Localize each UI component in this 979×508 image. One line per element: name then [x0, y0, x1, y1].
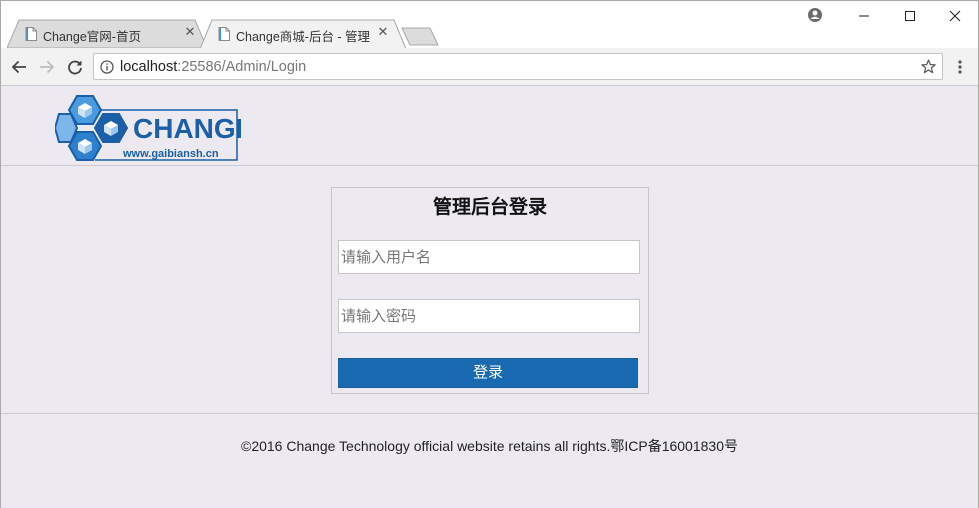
- maximize-icon[interactable]: [887, 1, 933, 31]
- logo-wordmark: CHANGE: [133, 113, 241, 144]
- login-button[interactable]: 登录: [338, 358, 638, 388]
- tab-home[interactable]: Change官网-首页 ✕: [7, 19, 207, 48]
- url-path: :25586/Admin/Login: [177, 59, 307, 75]
- page-icon: [218, 27, 230, 41]
- page-viewport: CHANGE www.gaibiansh.cn 管理后台登录 登录 ©2016 …: [1, 86, 978, 508]
- reload-icon[interactable]: [64, 56, 86, 78]
- tab-admin-login[interactable]: Change商城-后台 - 管理 ✕: [200, 19, 408, 49]
- url-text: localhost:25586/Admin/Login: [120, 59, 306, 75]
- kebab-menu-icon[interactable]: [952, 58, 968, 76]
- browser-toolbar: localhost:25586/Admin/Login: [1, 48, 978, 86]
- browser-window: Change官网-首页 ✕ Change商城-后台 - 管理 ✕ localho…: [0, 0, 979, 508]
- footer-copyright: ©2016 Change Technology official website…: [241, 438, 738, 454]
- password-input[interactable]: [338, 299, 640, 333]
- footer-divider: [1, 413, 978, 414]
- url-host: localhost: [120, 59, 178, 75]
- forward-arrow-icon[interactable]: [36, 56, 58, 78]
- browser-titlebar: Change官网-首页 ✕ Change商城-后台 - 管理 ✕: [1, 1, 978, 49]
- tab-close-icon[interactable]: ✕: [183, 25, 197, 39]
- change-logo[interactable]: CHANGE www.gaibiansh.cn: [53, 94, 254, 166]
- close-icon[interactable]: [932, 1, 978, 31]
- tab-close-icon[interactable]: ✕: [376, 25, 390, 39]
- minimize-icon[interactable]: [841, 1, 887, 31]
- bookmark-star-icon[interactable]: [921, 59, 936, 74]
- username-input[interactable]: [338, 240, 640, 274]
- new-tab-button[interactable]: [401, 27, 439, 46]
- back-arrow-icon[interactable]: [8, 56, 30, 78]
- login-title: 管理后台登录: [432, 197, 547, 218]
- info-icon[interactable]: [100, 60, 114, 74]
- tab-title: Change官网-首页: [43, 30, 141, 44]
- tab-title: Change商城-后台 - 管理: [236, 30, 371, 44]
- logo-url: www.gaibiansh.cn: [122, 148, 219, 160]
- profile-icon[interactable]: [807, 7, 825, 25]
- page-icon: [25, 27, 37, 41]
- login-panel: 管理后台登录 登录: [331, 187, 649, 394]
- site-header: CHANGE www.gaibiansh.cn: [1, 86, 978, 166]
- address-bar[interactable]: localhost:25586/Admin/Login: [93, 53, 943, 80]
